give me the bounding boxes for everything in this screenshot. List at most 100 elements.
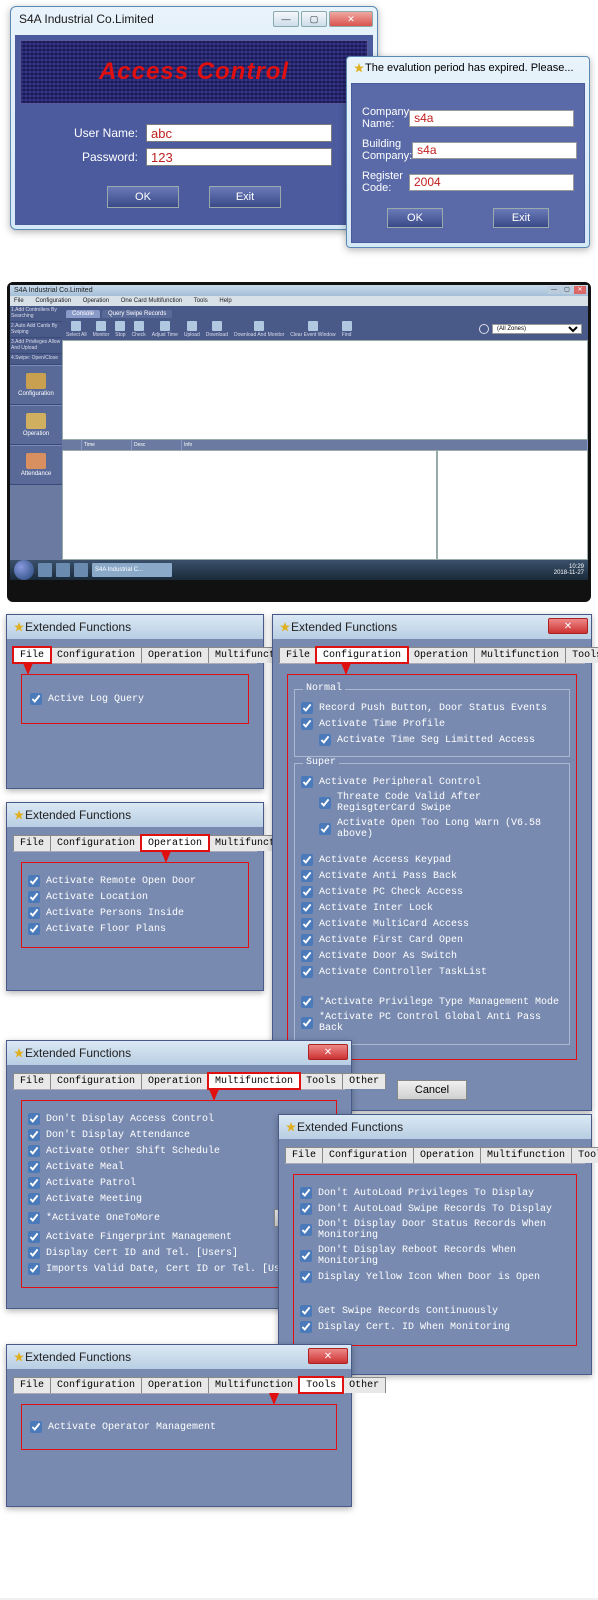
- ef-tab-configuration[interactable]: Configuration: [50, 647, 142, 663]
- chk-cert-tel[interactable]: [28, 1247, 40, 1259]
- taskbar-active-window[interactable]: S4A Industrial C...: [92, 563, 172, 577]
- eval-ok-button[interactable]: OK: [387, 208, 443, 228]
- chk-remote-open-door[interactable]: [28, 875, 40, 887]
- ef-tab-other[interactable]: Other: [342, 1073, 386, 1089]
- chk-disp-cert[interactable]: [300, 1321, 312, 1333]
- event-pane[interactable]: [62, 450, 437, 560]
- ef-tab-multifunction[interactable]: Multifunction: [474, 647, 566, 663]
- chk-autoload-swipe[interactable]: [300, 1203, 312, 1215]
- login-ok-button[interactable]: OK: [107, 186, 179, 208]
- chk-interlock[interactable]: [301, 902, 313, 914]
- ef-tab-operation[interactable]: Operation: [141, 647, 209, 663]
- chk-imports-valid[interactable]: [28, 1263, 40, 1275]
- ef-tab-multifunction[interactable]: Multifunct: [208, 835, 282, 851]
- chk-disp-doorstatus[interactable]: [300, 1224, 312, 1236]
- ef-tab-configuration[interactable]: Configuration: [50, 1377, 142, 1393]
- ef-tab-file[interactable]: File: [285, 1147, 323, 1163]
- ef-tab-operation[interactable]: Operation: [407, 647, 475, 663]
- ef-tab-configuration[interactable]: Configuration: [50, 1073, 142, 1089]
- menu-configuration[interactable]: Configuration: [35, 298, 71, 304]
- taskbar-pin-2[interactable]: [56, 563, 70, 577]
- devices-pane[interactable]: [62, 340, 588, 440]
- ef-tab-operation[interactable]: Operation: [141, 835, 209, 851]
- ef-tab-configuration[interactable]: Configuration: [50, 835, 142, 851]
- windows-orb-icon[interactable]: [14, 560, 34, 580]
- chk-antipassback[interactable]: [301, 870, 313, 882]
- tab-console[interactable]: Console: [66, 310, 100, 318]
- chk-operator-mgmt[interactable]: [30, 1421, 42, 1433]
- sidebar-configuration[interactable]: Configuration: [10, 365, 62, 405]
- app-menubar[interactable]: File Configuration Operation One Card Mu…: [10, 296, 588, 306]
- password-input[interactable]: [146, 148, 332, 166]
- ef-tab-tools[interactable]: Tools: [299, 1073, 343, 1089]
- ef-tab-file[interactable]: File: [13, 647, 51, 663]
- ef-tab-tools[interactable]: Tools: [571, 1147, 598, 1163]
- chk-autoload-priv[interactable]: [300, 1187, 312, 1199]
- ef-tab-tools[interactable]: Tools: [565, 647, 598, 663]
- chk-active-log-query[interactable]: [30, 693, 42, 705]
- ef-tab-multifunction[interactable]: Multifunction: [208, 1377, 300, 1393]
- tb-clear[interactable]: Clear Event Window: [288, 321, 337, 338]
- chk-fingerprint[interactable]: [28, 1231, 40, 1243]
- tb-adjusttime[interactable]: Adjust Time: [150, 321, 180, 338]
- app-min-button[interactable]: —: [548, 286, 560, 294]
- tb-find[interactable]: Find: [340, 321, 354, 338]
- ef-tab-file[interactable]: File: [13, 835, 51, 851]
- ef-tab-operation[interactable]: Operation: [141, 1073, 209, 1089]
- chk-location[interactable]: [28, 891, 40, 903]
- sidebar-step-4[interactable]: 4.Swipe: Open/Close: [10, 354, 62, 365]
- menu-operation[interactable]: Operation: [83, 298, 109, 304]
- sidebar-attendance[interactable]: Attendance: [10, 445, 62, 485]
- chk-pcglobal[interactable]: [301, 1017, 313, 1029]
- sidebar-step-3[interactable]: 3.Add Privileges Allow And Upload: [10, 338, 62, 354]
- tb-selectall[interactable]: Select All: [64, 321, 89, 338]
- ef-tab-file[interactable]: File: [13, 1377, 51, 1393]
- app-close-button[interactable]: ✕: [574, 286, 586, 294]
- chk-pccheck[interactable]: [301, 886, 313, 898]
- ef-tab-multifunction[interactable]: Multifunction: [480, 1147, 572, 1163]
- login-exit-button[interactable]: Exit: [209, 186, 281, 208]
- username-input[interactable]: [146, 124, 332, 142]
- maximize-button[interactable]: ▢: [301, 11, 327, 27]
- chk-dont-disp-ac[interactable]: [28, 1113, 40, 1125]
- tb-dlmonitor[interactable]: Download And Monitor: [232, 321, 286, 338]
- chk-meal[interactable]: [28, 1161, 40, 1173]
- chk-time-profile[interactable]: [301, 718, 313, 730]
- ef-tab-configuration[interactable]: Configuration: [322, 1147, 414, 1163]
- chk-threatcode[interactable]: [319, 797, 331, 809]
- ef-tab-file[interactable]: File: [279, 647, 317, 663]
- menu-tools[interactable]: Tools: [194, 298, 208, 304]
- eval-exit-button[interactable]: Exit: [493, 208, 549, 228]
- menu-file[interactable]: File: [14, 298, 24, 304]
- chk-privtype[interactable]: [301, 996, 313, 1008]
- chk-access-keypad[interactable]: [301, 854, 313, 866]
- chk-disp-reboot[interactable]: [300, 1250, 312, 1262]
- ef-tab-operation[interactable]: Operation: [141, 1377, 209, 1393]
- ef-close-button[interactable]: ✕: [308, 1044, 348, 1060]
- chk-timeseg[interactable]: [319, 734, 331, 746]
- zone-select[interactable]: (All Zones): [492, 324, 582, 334]
- taskbar-pin-3[interactable]: [74, 563, 88, 577]
- ef-tab-multifunction[interactable]: Multifunction: [208, 1073, 300, 1089]
- chk-peripheral[interactable]: [301, 776, 313, 788]
- taskbar-pin-1[interactable]: [38, 563, 52, 577]
- minimize-button[interactable]: —: [273, 11, 299, 27]
- ef-close-button[interactable]: ✕: [308, 1348, 348, 1364]
- chk-doorswitch[interactable]: [301, 950, 313, 962]
- chk-firstcard[interactable]: [301, 934, 313, 946]
- ef-tab-tools[interactable]: Tools: [299, 1377, 343, 1393]
- chk-getswipe[interactable]: [300, 1305, 312, 1317]
- menu-help[interactable]: Help: [219, 298, 231, 304]
- chk-tasklist[interactable]: [301, 966, 313, 978]
- tb-stop[interactable]: Stop: [113, 321, 127, 338]
- ef-tab-operation[interactable]: Operation: [413, 1147, 481, 1163]
- ef-tab-file[interactable]: File: [13, 1073, 51, 1089]
- chk-record-push[interactable]: [301, 702, 313, 714]
- chk-other-shift[interactable]: [28, 1145, 40, 1157]
- close-button[interactable]: ✕: [329, 11, 373, 27]
- detail-pane[interactable]: [437, 450, 588, 560]
- sidebar-operation[interactable]: Operation: [10, 405, 62, 445]
- tb-download[interactable]: Download: [204, 321, 230, 338]
- code-input[interactable]: [409, 174, 574, 191]
- ef-cancel-button[interactable]: Cancel: [397, 1080, 467, 1100]
